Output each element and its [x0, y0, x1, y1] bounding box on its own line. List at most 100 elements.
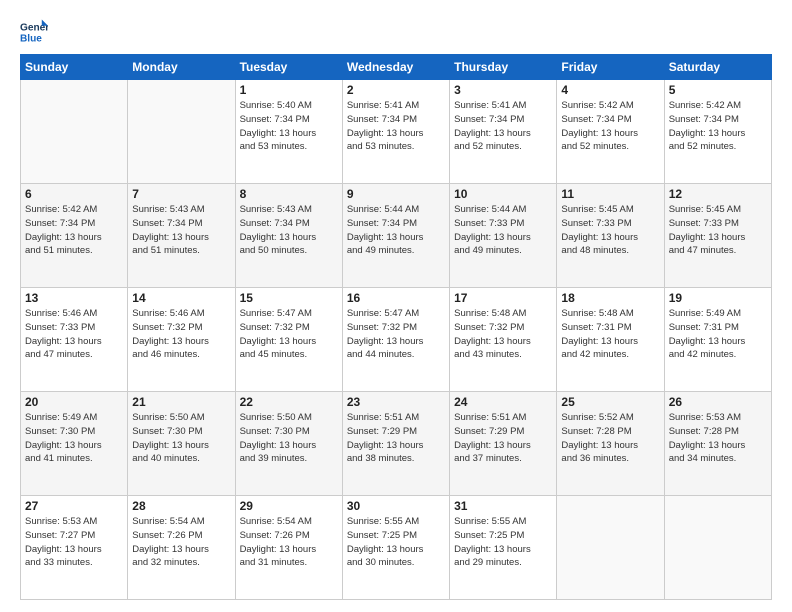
calendar-cell: 15Sunrise: 5:47 AM Sunset: 7:32 PM Dayli…: [235, 288, 342, 392]
calendar-cell: 22 Sunrise: 5:50 AM Sunset: 7:30 PM Dayli…: [235, 392, 342, 496]
day-number: 8: [240, 187, 338, 201]
calendar-cell: 25 Sunrise: 5:52 AM Sunset: 7:28 PM Dayli…: [557, 392, 664, 496]
day-info: Sunrise: 5:49 AM Sunset: 7:31 PM Dayligh…: [669, 307, 767, 362]
calendar-week-row: 20Sunrise: 5:49 AM Sunset: 7:30 PM Dayli…: [21, 392, 772, 496]
day-number: 9: [347, 187, 445, 201]
calendar-cell: 17 Sunrise: 5:48 AM Sunset: 7:32 PM Dayli…: [450, 288, 557, 392]
day-info: Sunrise: 5:43 AM Sunset: 7:34 PM Dayligh…: [240, 203, 338, 258]
calendar-cell: 7Sunrise: 5:43 AM Sunset: 7:34 PM Daylig…: [128, 184, 235, 288]
calendar-cell: 8 Sunrise: 5:43 AM Sunset: 7:34 PM Daylig…: [235, 184, 342, 288]
day-info: Sunrise: 5:55 AM Sunset: 7:25 PM Dayligh…: [454, 515, 552, 570]
weekday-friday: Friday: [557, 55, 664, 80]
day-number: 22: [240, 395, 338, 409]
day-number: 27: [25, 499, 123, 513]
calendar-cell: 10 Sunrise: 5:44 AM Sunset: 7:33 PM Dayli…: [450, 184, 557, 288]
calendar-cell: 4Sunrise: 5:42 AM Sunset: 7:34 PM Daylig…: [557, 80, 664, 184]
day-number: 6: [25, 187, 123, 201]
calendar-cell: 18Sunrise: 5:48 AM Sunset: 7:31 PM Dayli…: [557, 288, 664, 392]
calendar-cell: 31 Sunrise: 5:55 AM Sunset: 7:25 PM Dayli…: [450, 496, 557, 600]
day-number: 2: [347, 83, 445, 97]
day-info: Sunrise: 5:42 AM Sunset: 7:34 PM Dayligh…: [669, 99, 767, 154]
day-info: Sunrise: 5:45 AM Sunset: 7:33 PM Dayligh…: [669, 203, 767, 258]
weekday-wednesday: Wednesday: [342, 55, 449, 80]
calendar-cell: 20Sunrise: 5:49 AM Sunset: 7:30 PM Dayli…: [21, 392, 128, 496]
day-number: 4: [561, 83, 659, 97]
day-info: Sunrise: 5:48 AM Sunset: 7:32 PM Dayligh…: [454, 307, 552, 362]
day-info: Sunrise: 5:44 AM Sunset: 7:33 PM Dayligh…: [454, 203, 552, 258]
calendar-cell: 16Sunrise: 5:47 AM Sunset: 7:32 PM Dayli…: [342, 288, 449, 392]
day-info: Sunrise: 5:52 AM Sunset: 7:28 PM Dayligh…: [561, 411, 659, 466]
day-info: Sunrise: 5:51 AM Sunset: 7:29 PM Dayligh…: [454, 411, 552, 466]
weekday-saturday: Saturday: [664, 55, 771, 80]
calendar-cell: 11 Sunrise: 5:45 AM Sunset: 7:33 PM Dayli…: [557, 184, 664, 288]
day-number: 18: [561, 291, 659, 305]
day-info: Sunrise: 5:50 AM Sunset: 7:30 PM Dayligh…: [240, 411, 338, 466]
calendar-cell: 14 Sunrise: 5:46 AM Sunset: 7:32 PM Dayli…: [128, 288, 235, 392]
calendar-cell: 29 Sunrise: 5:54 AM Sunset: 7:26 PM Dayli…: [235, 496, 342, 600]
day-number: 23: [347, 395, 445, 409]
calendar-cell: 12 Sunrise: 5:45 AM Sunset: 7:33 PM Dayli…: [664, 184, 771, 288]
calendar-cell: 23Sunrise: 5:51 AM Sunset: 7:29 PM Dayli…: [342, 392, 449, 496]
logo: General Blue: [20, 18, 48, 46]
day-number: 28: [132, 499, 230, 513]
day-number: 7: [132, 187, 230, 201]
weekday-tuesday: Tuesday: [235, 55, 342, 80]
page: General Blue SundayMondayTuesdayWednesda…: [0, 0, 792, 612]
day-number: 5: [669, 83, 767, 97]
day-number: 26: [669, 395, 767, 409]
day-info: Sunrise: 5:42 AM Sunset: 7:34 PM Dayligh…: [25, 203, 123, 258]
day-number: 13: [25, 291, 123, 305]
day-number: 10: [454, 187, 552, 201]
calendar-week-row: 13 Sunrise: 5:46 AM Sunset: 7:33 PM Dayli…: [21, 288, 772, 392]
weekday-header-row: SundayMondayTuesdayWednesdayThursdayFrid…: [21, 55, 772, 80]
day-info: Sunrise: 5:53 AM Sunset: 7:28 PM Dayligh…: [669, 411, 767, 466]
calendar-cell: 21 Sunrise: 5:50 AM Sunset: 7:30 PM Dayli…: [128, 392, 235, 496]
day-number: 29: [240, 499, 338, 513]
calendar-cell: [664, 496, 771, 600]
logo-icon: General Blue: [20, 18, 48, 46]
day-info: Sunrise: 5:54 AM Sunset: 7:26 PM Dayligh…: [240, 515, 338, 570]
calendar-cell: 13 Sunrise: 5:46 AM Sunset: 7:33 PM Dayli…: [21, 288, 128, 392]
day-info: Sunrise: 5:46 AM Sunset: 7:33 PM Dayligh…: [25, 307, 123, 362]
day-info: Sunrise: 5:47 AM Sunset: 7:32 PM Dayligh…: [240, 307, 338, 362]
day-number: 30: [347, 499, 445, 513]
calendar-cell: 9 Sunrise: 5:44 AM Sunset: 7:34 PM Daylig…: [342, 184, 449, 288]
day-number: 25: [561, 395, 659, 409]
calendar-week-row: 6 Sunrise: 5:42 AM Sunset: 7:34 PM Daylig…: [21, 184, 772, 288]
calendar-cell: 1Sunrise: 5:40 AM Sunset: 7:34 PM Daylig…: [235, 80, 342, 184]
day-number: 24: [454, 395, 552, 409]
calendar-cell: 19Sunrise: 5:49 AM Sunset: 7:31 PM Dayli…: [664, 288, 771, 392]
weekday-thursday: Thursday: [450, 55, 557, 80]
weekday-sunday: Sunday: [21, 55, 128, 80]
day-number: 3: [454, 83, 552, 97]
calendar-cell: 2Sunrise: 5:41 AM Sunset: 7:34 PM Daylig…: [342, 80, 449, 184]
day-info: Sunrise: 5:44 AM Sunset: 7:34 PM Dayligh…: [347, 203, 445, 258]
calendar-cell: 24 Sunrise: 5:51 AM Sunset: 7:29 PM Dayli…: [450, 392, 557, 496]
day-info: Sunrise: 5:45 AM Sunset: 7:33 PM Dayligh…: [561, 203, 659, 258]
calendar-cell: 6 Sunrise: 5:42 AM Sunset: 7:34 PM Daylig…: [21, 184, 128, 288]
day-info: Sunrise: 5:50 AM Sunset: 7:30 PM Dayligh…: [132, 411, 230, 466]
calendar-cell: 3 Sunrise: 5:41 AM Sunset: 7:34 PM Daylig…: [450, 80, 557, 184]
calendar-cell: [557, 496, 664, 600]
day-info: Sunrise: 5:46 AM Sunset: 7:32 PM Dayligh…: [132, 307, 230, 362]
calendar-table: SundayMondayTuesdayWednesdayThursdayFrid…: [20, 54, 772, 600]
day-info: Sunrise: 5:49 AM Sunset: 7:30 PM Dayligh…: [25, 411, 123, 466]
calendar-cell: 28 Sunrise: 5:54 AM Sunset: 7:26 PM Dayli…: [128, 496, 235, 600]
day-info: Sunrise: 5:54 AM Sunset: 7:26 PM Dayligh…: [132, 515, 230, 570]
calendar-week-row: 1Sunrise: 5:40 AM Sunset: 7:34 PM Daylig…: [21, 80, 772, 184]
calendar-cell: 5 Sunrise: 5:42 AM Sunset: 7:34 PM Daylig…: [664, 80, 771, 184]
day-number: 21: [132, 395, 230, 409]
calendar-cell: [128, 80, 235, 184]
calendar-cell: 27 Sunrise: 5:53 AM Sunset: 7:27 PM Dayli…: [21, 496, 128, 600]
day-number: 17: [454, 291, 552, 305]
day-number: 11: [561, 187, 659, 201]
calendar-week-row: 27 Sunrise: 5:53 AM Sunset: 7:27 PM Dayli…: [21, 496, 772, 600]
day-number: 31: [454, 499, 552, 513]
day-number: 12: [669, 187, 767, 201]
weekday-monday: Monday: [128, 55, 235, 80]
day-info: Sunrise: 5:41 AM Sunset: 7:34 PM Dayligh…: [454, 99, 552, 154]
day-number: 14: [132, 291, 230, 305]
calendar-cell: 30Sunrise: 5:55 AM Sunset: 7:25 PM Dayli…: [342, 496, 449, 600]
day-info: Sunrise: 5:53 AM Sunset: 7:27 PM Dayligh…: [25, 515, 123, 570]
calendar-cell: 26 Sunrise: 5:53 AM Sunset: 7:28 PM Dayli…: [664, 392, 771, 496]
